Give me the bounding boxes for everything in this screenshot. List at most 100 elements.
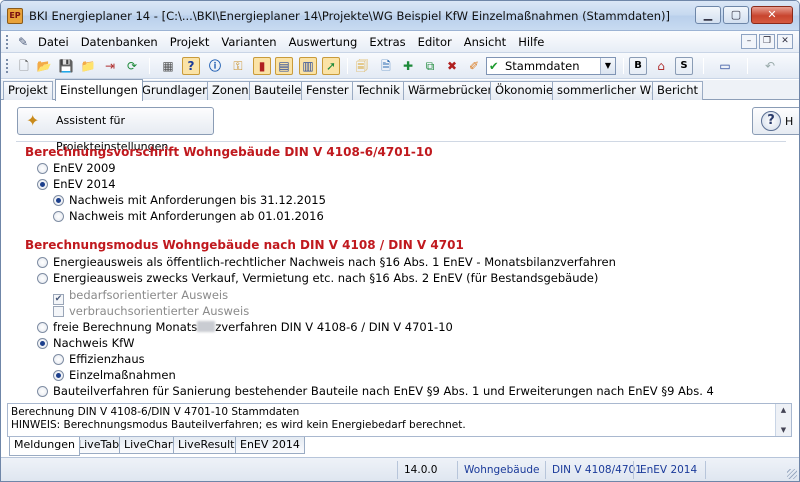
undo-icon[interactable]: ↶ — [761, 57, 779, 75]
menu-bar: ✎ Datei Datenbanken Projekt Varianten Au… — [1, 31, 799, 53]
info-icon[interactable]: ⓘ — [206, 57, 224, 75]
menu-extras[interactable]: Extras — [368, 34, 406, 50]
radio-effizienzhaus[interactable]: Effizienzhaus — [53, 352, 145, 366]
variant-select[interactable]: ✔ Stammdaten ▼ — [486, 57, 616, 75]
checkbox-bedarfsorientiert[interactable]: ✔ bedarfsorientierter Ausweis — [53, 288, 228, 305]
menu-editor[interactable]: Editor — [417, 34, 453, 50]
menu-varianten[interactable]: Varianten — [220, 34, 277, 50]
menu-grip[interactable] — [6, 35, 9, 49]
page-delete-icon[interactable]: ✖ — [443, 57, 461, 75]
radio-label: Bauteilverfahren für Sanierung bestehend… — [53, 384, 714, 398]
pointer-icon[interactable]: ➚ — [322, 57, 340, 75]
page-search-icon[interactable]: 🗎 — [377, 57, 395, 75]
tab-waermebruecken[interactable]: Wärmebrücken — [403, 81, 500, 100]
status-building-type: Wohngebäude — [457, 461, 543, 479]
radio-bauteilverfahren[interactable]: Bauteilverfahren für Sanierung bestehend… — [37, 384, 714, 398]
assistant-button[interactable]: ✦ Assistent für Projekteinstellungen — [17, 107, 214, 153]
tab-livetab[interactable]: LiveTab — [73, 437, 125, 454]
radio-enev-2009[interactable]: EnEV 2009 — [37, 161, 116, 175]
b-button[interactable]: B — [629, 57, 647, 75]
status-version: 14.0.0 — [397, 461, 455, 479]
mdi-restore-button[interactable]: ❐ — [759, 34, 775, 49]
toolbar: 🗋 📂 💾 📁 ⇥ ⟳ ▦ ? ⓘ ⚿ ▮ ▤ ▥ ➚ 🗐 🗎 ✚ ⧉ ✖ ✐ … — [1, 53, 799, 79]
scroll-up-icon[interactable]: ▲ — [776, 405, 791, 415]
menu-datenbanken[interactable]: Datenbanken — [80, 34, 159, 50]
message-line: Berechnung DIN V 4108-6/DIN V 4701-10 St… — [11, 406, 300, 418]
page-add-icon[interactable]: ✚ — [399, 57, 417, 75]
message-line: HINWEIS: Berechnungsmodus Bauteilverfahr… — [11, 419, 466, 431]
tab-bericht[interactable]: Bericht — [652, 81, 704, 100]
tab-projekt[interactable]: Projekt — [3, 81, 53, 100]
bar-chart-icon[interactable]: ▮ — [253, 57, 271, 75]
help-button-label: H — [785, 115, 794, 128]
radio-label: Nachweis mit Anforderungen bis 31.12.201… — [69, 193, 326, 207]
menu-hilfe[interactable]: Hilfe — [517, 34, 545, 50]
menu-ansicht[interactable]: Ansicht — [463, 34, 507, 50]
tab-sommerlicher-ws[interactable]: sommerlicher WS — [552, 81, 664, 100]
help-button[interactable]: ? H — [752, 107, 799, 135]
radio-label: freie Berechnung Monats — [53, 320, 198, 334]
resize-grip[interactable] — [787, 469, 797, 479]
radio-nachweis-kfw[interactable]: Nachweis KfW — [37, 336, 135, 350]
radio-label: Einzelmaßnahmen — [69, 368, 176, 382]
radio-selected-icon — [53, 195, 64, 206]
menu-auswertung[interactable]: Auswertung — [288, 34, 359, 50]
tab-einstellungen[interactable]: Einstellungen — [55, 79, 143, 101]
page-yellow-icon[interactable]: 🗐 — [353, 57, 371, 75]
scroll-down-icon[interactable]: ▼ — [776, 425, 791, 435]
save-icon[interactable]: 💾 — [57, 57, 75, 75]
home-icon[interactable]: ⌂ — [652, 57, 670, 75]
radio-label-rest: zverfahren DIN V 4108-6 / DIN V 4701-10 — [215, 320, 453, 334]
chevron-down-icon[interactable]: ▼ — [600, 58, 615, 74]
table-icon[interactable]: ▤ — [275, 57, 293, 75]
radio-icon — [53, 211, 64, 222]
mdi-close-button[interactable]: ✕ — [777, 34, 793, 49]
radio-enev-2014[interactable]: EnEV 2014 — [37, 177, 116, 191]
radio-freie-berechnung[interactable]: freie Berechnung Monats zverfahren DIN V … — [37, 320, 453, 334]
minimize-button[interactable]: ▁ — [695, 6, 721, 24]
radio-energieausweis-16-2[interactable]: Energieausweis zwecks Verkauf, Vermietun… — [37, 271, 598, 285]
layout-icon[interactable]: ▭ — [716, 57, 734, 75]
radio-req-2016[interactable]: Nachweis mit Anforderungen ab 01.01.2016 — [53, 209, 324, 223]
tab-meldungen[interactable]: Meldungen — [9, 437, 80, 456]
tab-technik[interactable]: Technik — [352, 81, 405, 100]
tab-enev-2014[interactable]: EnEV 2014 — [235, 437, 305, 454]
message-panel[interactable]: Berechnung DIN V 4108-6/DIN V 4701-10 St… — [7, 403, 792, 437]
tab-fenster[interactable]: Fenster — [301, 81, 354, 100]
tab-bauteile[interactable]: Bauteile — [249, 81, 307, 100]
checkbox-verbrauchsorientiert[interactable]: verbrauchsorientierter Ausweis — [53, 304, 249, 318]
close-button[interactable]: ✕ — [751, 6, 793, 24]
menu-projekt[interactable]: Projekt — [169, 34, 211, 50]
exit-icon[interactable]: ⇥ — [101, 57, 119, 75]
message-scrollbar[interactable]: ▲ ▼ — [775, 404, 791, 436]
key-icon[interactable]: ⚿ — [229, 57, 247, 75]
maximize-button[interactable]: ▢ — [723, 6, 749, 24]
status-enev: EnEV 2014 — [633, 461, 703, 479]
help-question-icon[interactable]: ? — [182, 57, 200, 75]
title-bar[interactable]: EP BKI Energieplaner 14 - [C:\...\BKI\En… — [1, 1, 799, 31]
radio-einzelmassnahmen[interactable]: Einzelmaßnahmen — [53, 368, 176, 382]
grid-icon[interactable]: ▥ — [299, 57, 317, 75]
folder-export-icon[interactable]: 📁 — [79, 57, 97, 75]
page-copy-icon[interactable]: ⧉ — [421, 57, 439, 75]
radio-req-2015[interactable]: Nachweis mit Anforderungen bis 31.12.201… — [53, 193, 326, 207]
new-file-icon[interactable]: 🗋 — [15, 57, 33, 75]
radio-energieausweis-16-1[interactable]: Energieausweis als öffentlich-rechtliche… — [37, 255, 616, 269]
checkbox-label: bedarfsorientierter Ausweis — [69, 288, 229, 302]
toolbar-grip[interactable] — [6, 59, 9, 73]
tab-oekonomie[interactable]: Ökonomie — [490, 81, 559, 100]
s-button[interactable]: S — [675, 57, 693, 75]
calculator-icon[interactable]: ▦ — [159, 57, 177, 75]
settings-panel: ✦ Assistent für Projekteinstellungen ? H… — [1, 101, 799, 401]
mdi-minimize-button[interactable]: – — [741, 34, 757, 49]
open-folder-icon[interactable]: 📂 — [35, 57, 53, 75]
radio-icon — [37, 273, 48, 284]
tab-zonen[interactable]: Zonen — [207, 81, 254, 100]
page-edit-icon[interactable]: ✐ — [465, 57, 483, 75]
tab-grundlagen[interactable]: Grundlagen — [137, 81, 215, 100]
refresh-icon[interactable]: ⟳ — [123, 57, 141, 75]
document-menu-icon[interactable]: ✎ — [15, 34, 31, 50]
menu-datei[interactable]: Datei — [37, 34, 70, 50]
app-icon[interactable]: EP — [7, 8, 23, 24]
radio-label: Nachweis KfW — [53, 336, 135, 350]
